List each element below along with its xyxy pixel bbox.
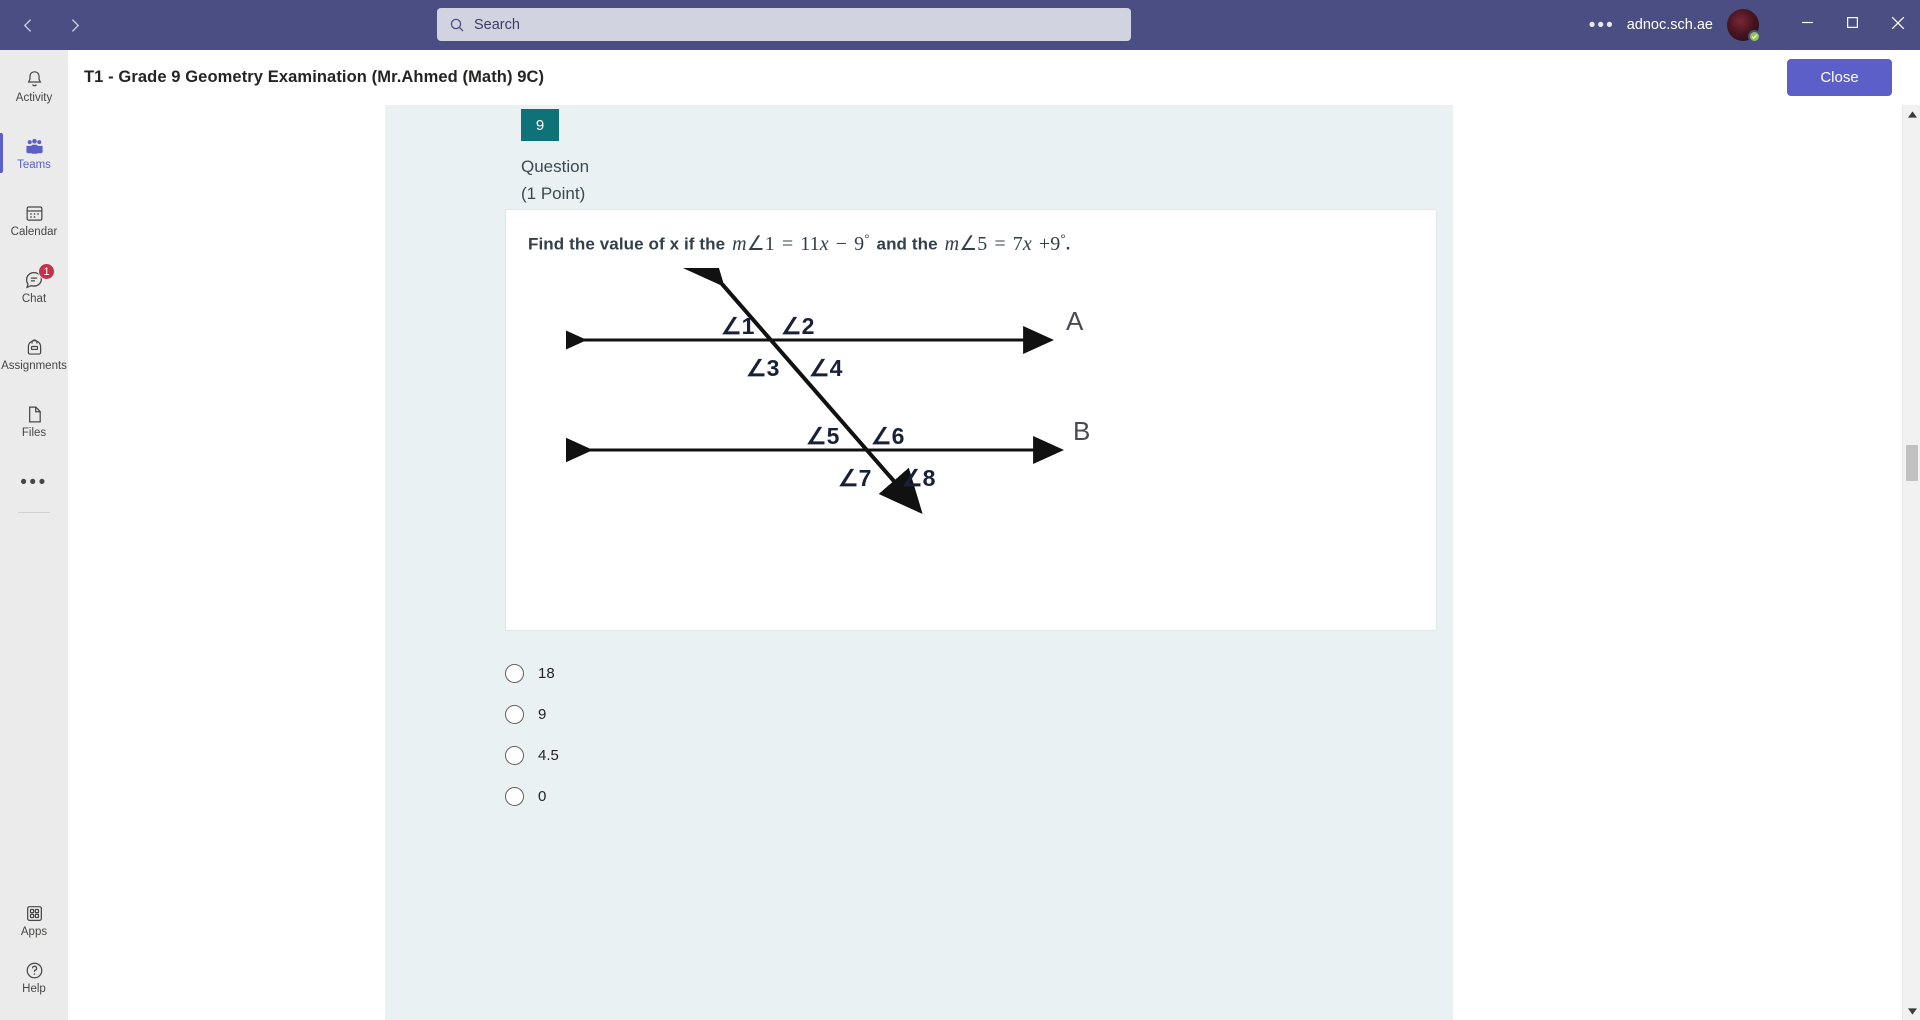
- bell-icon: [24, 68, 45, 90]
- back-button[interactable]: [12, 9, 44, 41]
- page-left-edge: [68, 105, 69, 1020]
- sidebar-label-calendar: Calendar: [10, 226, 58, 238]
- angle-label-3: ∠3: [746, 355, 779, 381]
- sidebar-label-activity: Activity: [15, 92, 53, 104]
- option-label-4: 0: [538, 788, 547, 805]
- quiz-canvas: 9 Question (1 Point) Find the value of x…: [385, 105, 1453, 1020]
- sidebar-item-help[interactable]: Help: [0, 949, 68, 1006]
- option-row-1[interactable]: 18: [505, 653, 1405, 694]
- prompt-mid: and the: [876, 234, 938, 254]
- answer-options: 18 9 4.5 0: [505, 653, 1405, 817]
- window-maximize-button[interactable]: [1830, 0, 1875, 50]
- search-container: Search: [437, 8, 1131, 41]
- maximize-icon: [1846, 16, 1859, 34]
- chevron-right-icon: [66, 17, 83, 34]
- sidebar-item-chat[interactable]: 1 Chat: [0, 259, 68, 316]
- forward-button[interactable]: [58, 9, 90, 41]
- sidebar-item-files[interactable]: Files: [0, 393, 68, 450]
- radio-option-4[interactable]: [505, 787, 524, 806]
- radio-option-1[interactable]: [505, 664, 524, 683]
- prompt-prefix: Find the value of x if the: [528, 234, 726, 254]
- angle-label-4: ∠4: [809, 355, 843, 381]
- page-title: T1 - Grade 9 Geometry Examination (Mr.Ah…: [84, 67, 545, 86]
- caret-up-icon: [1907, 105, 1917, 123]
- expression-angle-1: m∠1 = 11x −9°: [732, 230, 870, 255]
- file-icon: [24, 403, 45, 425]
- angle-label-1: ∠1: [721, 313, 755, 339]
- tenant-label[interactable]: adnoc.sch.ae: [1627, 17, 1713, 33]
- app-rail: Activity Teams Calendar 1 Chat Assignmen…: [0, 50, 68, 1020]
- question-card: Find the value of x if the m∠1 = 11x −9° and …: [505, 209, 1437, 631]
- option-row-2[interactable]: 9: [505, 694, 1405, 735]
- chat-unread-badge: 1: [38, 263, 55, 280]
- search-icon: [449, 17, 465, 33]
- angle-label-5: ∠5: [806, 423, 840, 449]
- sidebar-label-files: Files: [21, 427, 47, 439]
- sidebar-label-help: Help: [22, 983, 46, 995]
- window-close-button[interactable]: [1875, 0, 1920, 50]
- geometry-diagram: A B ∠1 ∠2 ∠3 ∠4 ∠5 ∠6 ∠7 ∠8: [556, 240, 1106, 553]
- question-prompt: Find the value of x if the m∠1 = 11x −9° and …: [528, 230, 1070, 256]
- search-input[interactable]: Search: [437, 8, 1131, 41]
- line-label-a: A: [1066, 306, 1084, 336]
- close-icon: [1891, 16, 1905, 35]
- people-icon: [23, 135, 46, 157]
- search-placeholder: Search: [474, 16, 520, 33]
- question-number-badge: 9: [521, 109, 559, 141]
- sidebar-item-calendar[interactable]: Calendar: [0, 192, 68, 249]
- sidebar-label-teams: Teams: [17, 159, 51, 171]
- apps-grid-icon: [24, 902, 45, 924]
- chevron-left-icon: [20, 17, 37, 34]
- vertical-scrollbar[interactable]: [1902, 105, 1920, 1020]
- option-label-1: 18: [538, 665, 555, 682]
- window-minimize-button[interactable]: [1785, 0, 1830, 50]
- sidebar-more-button[interactable]: •••: [0, 464, 68, 500]
- scroll-up-button[interactable]: [1903, 105, 1920, 123]
- minimize-icon: [1801, 16, 1814, 34]
- assignment-header: T1 - Grade 9 Geometry Examination (Mr.Ah…: [68, 50, 1920, 105]
- expression-angle-5: m∠5 = 7x +9°: [944, 230, 1066, 255]
- sidebar-item-activity[interactable]: Activity: [0, 58, 68, 115]
- option-label-3: 4.5: [538, 747, 559, 764]
- calendar-icon: [24, 202, 45, 224]
- prompt-end: .: [1065, 234, 1071, 254]
- rail-divider: [18, 512, 50, 513]
- sidebar-item-apps[interactable]: Apps: [0, 892, 68, 949]
- more-dots-icon: •••: [20, 471, 48, 493]
- angle-label-7: ∠7: [838, 465, 871, 491]
- quiz-page: 9 Question (1 Point) Find the value of x…: [68, 105, 1902, 1020]
- backpack-icon: [24, 336, 45, 358]
- sidebar-label-assignments: Assignments: [1, 360, 67, 372]
- radio-option-2[interactable]: [505, 705, 524, 724]
- title-bar: Search ••• adnoc.sch.ae: [0, 0, 1920, 50]
- angle-label-2: ∠2: [781, 313, 814, 339]
- sidebar-item-teams[interactable]: Teams: [0, 125, 68, 182]
- option-row-4[interactable]: 0: [505, 776, 1405, 817]
- line-label-b: B: [1073, 416, 1090, 446]
- presence-available-icon: [1748, 30, 1761, 43]
- close-button[interactable]: Close: [1787, 59, 1892, 96]
- angle-label-6: ∠6: [871, 423, 904, 449]
- titlebar-more-button[interactable]: •••: [1577, 16, 1627, 35]
- radio-option-3[interactable]: [505, 746, 524, 765]
- scroll-thumb[interactable]: [1906, 445, 1918, 481]
- angle-label-8: ∠8: [902, 465, 936, 491]
- scroll-down-button[interactable]: [1903, 1002, 1920, 1020]
- caret-down-icon: [1907, 1002, 1917, 1020]
- rail-bottom-group: Apps Help: [0, 892, 68, 1020]
- sidebar-item-assignments[interactable]: Assignments: [0, 326, 68, 383]
- avatar[interactable]: [1727, 9, 1761, 43]
- question-label-line1: Question: [521, 157, 590, 176]
- help-circle-icon: [24, 959, 45, 981]
- option-label-2: 9: [538, 706, 547, 723]
- question-label: Question (1 Point): [521, 153, 589, 207]
- sidebar-label-apps: Apps: [20, 926, 48, 938]
- nav-arrows: [12, 9, 90, 41]
- question-points: (1 Point): [521, 184, 586, 203]
- titlebar-right-cluster: ••• adnoc.sch.ae: [1577, 0, 1920, 50]
- sidebar-label-chat: Chat: [21, 293, 47, 305]
- option-row-3[interactable]: 4.5: [505, 735, 1405, 776]
